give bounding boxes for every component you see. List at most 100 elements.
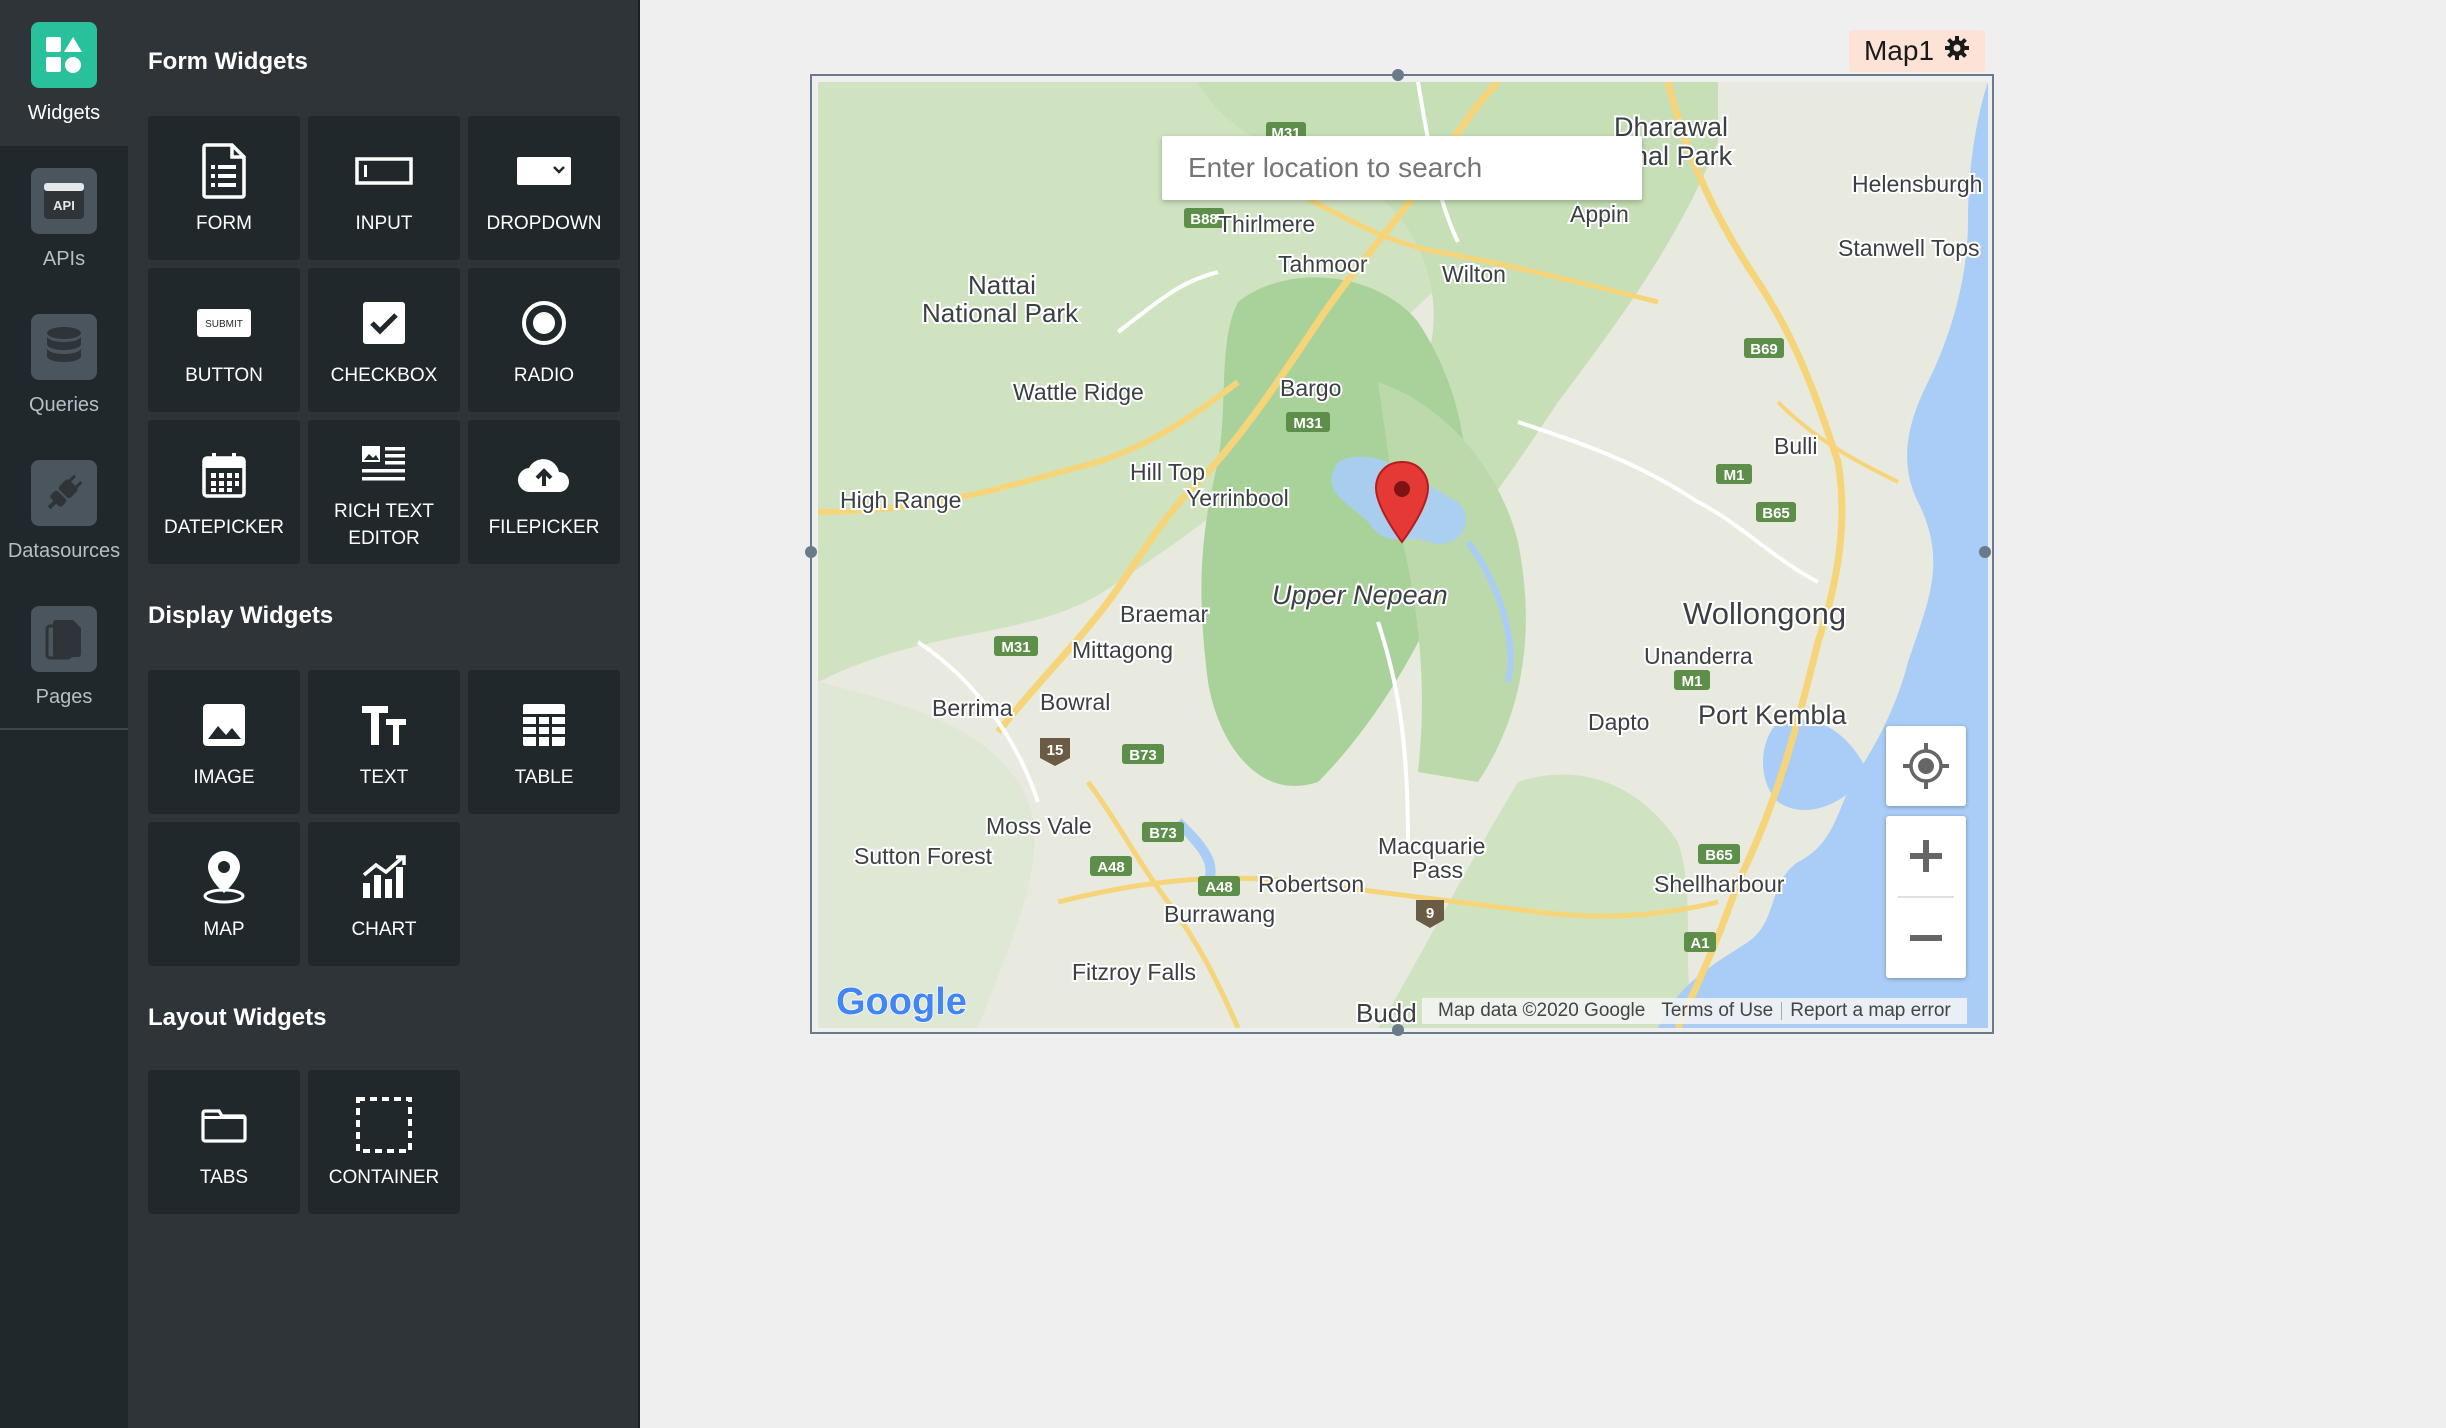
button-icon: SUBMIT [148, 292, 300, 354]
gear-icon[interactable] [1944, 35, 1970, 68]
plug-icon [31, 460, 97, 526]
svg-text:B65: B65 [1762, 505, 1790, 522]
dropdown-icon [468, 140, 620, 202]
widget-card-chart[interactable]: CHART [308, 822, 460, 966]
database-icon [31, 314, 97, 380]
widget-card-tabs[interactable]: TABS [148, 1070, 300, 1214]
report-error-link[interactable]: Report a map error [1782, 1000, 1959, 1022]
widget-card-radio[interactable]: RADIO [468, 268, 620, 412]
widget-card-label: FORM [196, 213, 252, 234]
svg-text:Sutton Forest: Sutton Forest [854, 843, 993, 869]
svg-text:M1: M1 [1724, 467, 1745, 484]
widget-card-button[interactable]: SUBMIT BUTTON [148, 268, 300, 412]
nav-item-datasources[interactable]: Datasources [0, 438, 128, 584]
widget-card-map[interactable]: MAP [148, 822, 300, 966]
widget-card-form[interactable]: FORM [148, 116, 300, 260]
svg-text:Bowral: Bowral [1040, 689, 1110, 715]
widget-card-container[interactable]: CONTAINER [308, 1070, 460, 1214]
section-title-form: Form Widgets [148, 48, 308, 75]
widgets-icon [31, 22, 97, 88]
svg-text:M31: M31 [1001, 639, 1030, 656]
widget-card-filepicker[interactable]: FILEPICKER [468, 420, 620, 564]
widget-card-label: IMAGE [193, 767, 255, 788]
zoom-in-button[interactable] [1886, 816, 1966, 896]
widget-name-tag[interactable]: Map1 [1849, 30, 1985, 72]
resize-handle-top[interactable] [1392, 69, 1404, 81]
svg-text:Dapto: Dapto [1588, 709, 1649, 735]
svg-text:National Park: National Park [922, 298, 1079, 328]
rail-divider [0, 728, 128, 730]
svg-text:M1: M1 [1682, 673, 1703, 690]
checkbox-icon [308, 292, 460, 354]
svg-text:A1: A1 [1690, 935, 1709, 952]
widget-card-table[interactable]: TABLE [468, 670, 620, 814]
svg-text:A48: A48 [1097, 859, 1125, 876]
resize-handle-left[interactable] [805, 546, 817, 558]
cloud-upload-icon [468, 444, 620, 506]
zoom-out-button[interactable] [1886, 898, 1966, 978]
svg-text:Thirlmere: Thirlmere [1218, 211, 1315, 237]
nav-item-label: Widgets [27, 102, 101, 124]
widget-card-label: FILEPICKER [488, 517, 600, 538]
svg-text:Wollongong: Wollongong [1683, 596, 1846, 631]
widget-card-label: TEXT [359, 767, 409, 788]
map-widget[interactable]: M31 B88 B69 M31 M1 B65 M31 M1 15 B73 B73… [805, 69, 1994, 1036]
my-location-button[interactable] [1886, 726, 1966, 806]
widget-card-label: CONTAINER [328, 1167, 440, 1188]
map-pin-icon [148, 846, 300, 908]
form-icon [148, 140, 300, 202]
svg-text:Nattai: Nattai [968, 270, 1036, 300]
svg-text:Tahmoor: Tahmoor [1278, 251, 1368, 277]
widget-card-label: INPUT [355, 213, 413, 234]
nav-item-label: Datasources [7, 540, 121, 562]
widget-card-text[interactable]: TEXT [308, 670, 460, 814]
nav-item-apis[interactable]: API APIs [0, 146, 128, 292]
widget-card-rich-text-editor[interactable]: RICH TEXT EDITOR [308, 420, 460, 564]
map-search-input[interactable] [1162, 136, 1642, 200]
text-icon [308, 694, 460, 756]
svg-text:Burrawang: Burrawang [1164, 901, 1275, 927]
svg-text:Berrima: Berrima [932, 695, 1013, 721]
section-title-display: Display Widgets [148, 602, 334, 629]
widget-card-label: TABS [199, 1167, 249, 1188]
svg-text:Port Kembla: Port Kembla [1698, 700, 1848, 730]
nav-item-widgets[interactable]: Widgets [0, 0, 128, 146]
svg-text:Hill Top: Hill Top [1130, 459, 1205, 485]
svg-text:Unanderra: Unanderra [1644, 643, 1753, 669]
nav-item-label: Pages [35, 686, 93, 708]
nav-item-label: APIs [42, 248, 86, 270]
svg-text:Budd: Budd [1356, 998, 1417, 1028]
svg-text:B88: B88 [1190, 211, 1218, 228]
terms-link[interactable]: Terms of Use [1653, 1000, 1781, 1022]
svg-text:Helensburgh: Helensburgh [1852, 171, 1982, 197]
svg-text:Upper Nepean: Upper Nepean [1272, 580, 1448, 610]
calendar-icon [148, 444, 300, 506]
section-title-layout: Layout Widgets [148, 1004, 327, 1031]
svg-text:Macquarie: Macquarie [1378, 833, 1485, 859]
widget-card-datepicker[interactable]: DATEPICKER [148, 420, 300, 564]
nav-item-pages[interactable]: Pages [0, 584, 128, 730]
widget-card-image[interactable]: IMAGE [148, 670, 300, 814]
button-icon-badge: SUBMIT [205, 319, 243, 330]
svg-text:B73: B73 [1129, 747, 1157, 764]
widget-card-label: CHART [351, 919, 417, 940]
resize-handle-right[interactable] [1979, 546, 1991, 558]
map-view[interactable]: M31 B88 B69 M31 M1 B65 M31 M1 15 B73 B73… [818, 82, 1988, 1028]
zoom-controls [1886, 816, 1966, 978]
svg-text:Bulli: Bulli [1774, 433, 1817, 459]
svg-text:A48: A48 [1205, 879, 1233, 896]
svg-text:Wattle Ridge: Wattle Ridge [1013, 379, 1144, 405]
svg-text:Wilton: Wilton [1442, 261, 1506, 287]
svg-text:Mittagong: Mittagong [1072, 637, 1173, 663]
resize-handle-bottom[interactable] [1392, 1024, 1404, 1036]
widget-card-input[interactable]: INPUT [308, 116, 460, 260]
widget-card-label: RADIO [513, 365, 575, 386]
widget-card-dropdown[interactable]: DROPDOWN [468, 116, 620, 260]
nav-item-queries[interactable]: Queries [0, 292, 128, 438]
svg-text:Pass: Pass [1412, 857, 1463, 883]
widget-explorer: Form Widgets FORM INPUT DROPDOWN SUBMIT … [128, 0, 640, 1428]
svg-text:M31: M31 [1293, 415, 1322, 432]
nav-item-label: Queries [28, 394, 100, 416]
widget-card-label: TABLE [514, 767, 574, 788]
widget-card-checkbox[interactable]: CHECKBOX [308, 268, 460, 412]
